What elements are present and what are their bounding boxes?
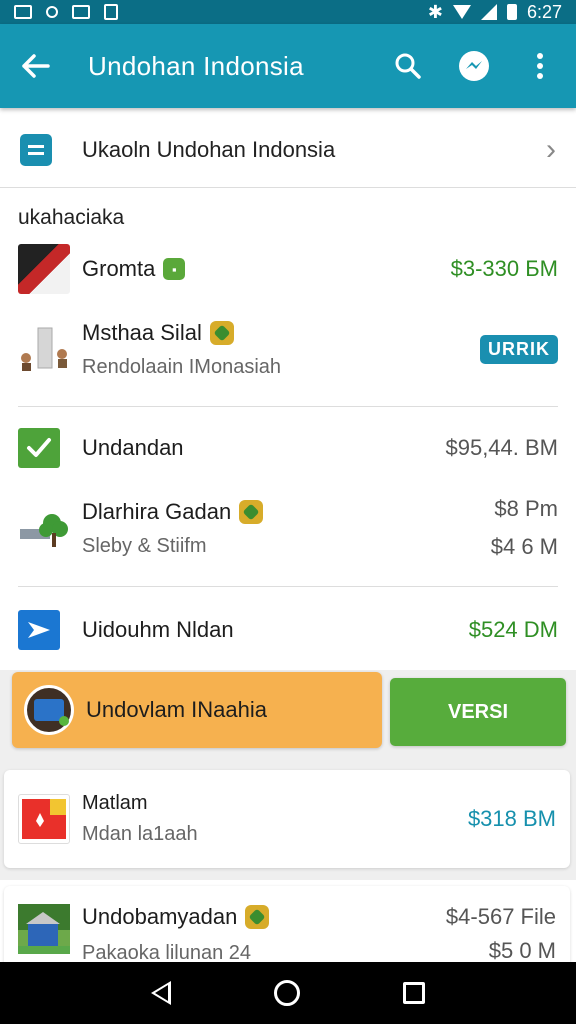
item-amount: $3-330 БМ [451,256,558,282]
item-name: Msthaa Silal [82,319,202,345]
item-amount: $8 Pm $4 6 M [491,496,558,560]
item-name: Undobamyadan [82,904,238,929]
status-badge[interactable]: URRIK [480,334,558,364]
list-icon [20,133,52,166]
divider [18,586,558,587]
list-item[interactable]: Uidouhm Nldan $524 DM [0,606,576,654]
verified-badge-icon [209,320,234,345]
overflow-menu-icon[interactable] [522,48,558,84]
item-name: Undandan [82,435,184,460]
item-thumbnail [18,503,70,553]
page-title: Undohan Indonsia [88,50,304,81]
featured-link-label: Ukaoln Undohan Indonsia [82,136,336,162]
promo-label: Undovlam INaahia [86,697,267,722]
nav-recent-apps-icon[interactable] [402,982,425,1004]
item-text: Gromta ▪ [82,256,186,282]
nav-home-icon[interactable] [273,980,300,1006]
versi-button[interactable]: VERSI [390,678,566,746]
verified-badge-icon [239,499,264,524]
item-text: Dlarhira Gadan Sleby & Stiifm [82,498,264,558]
item-text: Msthaa Silal Rendolaain IMonasiah [82,320,281,379]
list-item[interactable]: Undandan $95,44. BM [0,424,576,472]
chevron-right-icon: › [546,132,556,166]
item-name: Matlam [82,792,148,814]
item-amount: $524 DM [469,617,558,643]
promo-banner[interactable]: Undovlam INaahia [12,672,382,748]
clock: 6:27 [526,1,562,22]
gallery-notification-icon [14,5,32,19]
item-amount: $95,44. BM [445,435,558,461]
list-item[interactable]: Gromta ▪ $3-330 БМ [0,242,576,296]
item-subtitle: Rendolaain IMonasiah [82,355,282,378]
list-item[interactable]: Dlarhira Gadan Sleby & Stiifm $8 Pm $4 6… [0,492,576,564]
item-name-line: Dlarhira Gadan [82,498,264,525]
item-amount: $4-567 File $5 0 M [446,904,556,964]
item-name-line: Undobamyadan [82,904,270,930]
item-name: Uidouhm Nldan [82,617,234,642]
list-item[interactable]: Msthaa Silal Rendolaain IMonasiah URRIK [0,314,576,384]
amount-value-secondary: $5 0 M [488,938,556,963]
bluetooth-icon: ✱ [427,1,443,22]
nav-back-icon[interactable] [151,981,172,1005]
amount-value: $524 DM [468,617,558,642]
featured-link[interactable]: Ukaoln Undohan Indonsia › [0,112,576,188]
item-thumbnail [18,794,70,844]
amount-value: $8 Pm [494,496,558,521]
item-text: Undandan [82,435,184,461]
item-name-line: Msthaa Silal [82,320,281,346]
item-name: Gromta [82,256,156,281]
signal-icon [480,4,497,20]
amount-value-secondary: $4 6 M [490,534,558,559]
app-bar: Undohan Indonsia [0,24,576,108]
item-name: Dlarhira Gadan [82,498,232,524]
back-arrow-icon[interactable] [18,48,54,84]
item-thumbnail [18,904,70,954]
notification-icons [14,4,118,20]
checkmark-icon [18,428,60,468]
promo-logo-icon [24,685,74,735]
item-thumbnail [18,244,70,294]
item-name-line: Gromta ▪ [82,256,186,282]
status-bar: ✱ 6:27 [0,0,576,24]
amount-value: $95,44. BM [445,435,558,460]
messenger-icon[interactable] [456,48,492,84]
divider [18,406,558,407]
item-text: Undobamyadan Pakaoka lilunan 24 [82,904,270,965]
wifi-icon [452,5,471,19]
item-text: Uidouhm Nldan [82,617,234,643]
section-title: ukahaciaka [18,206,125,229]
item-thumbnail [18,324,70,374]
item-text: Matlam Mdan la1aah [82,792,198,846]
amount-value: $4-567 File [445,904,556,929]
image-notification-icon [72,5,90,19]
item-subtitle: Mdan la1aah [82,823,198,845]
send-icon [18,610,60,650]
item-amount: $318 BM [468,806,556,832]
download-notification-icon [104,4,118,20]
search-icon[interactable] [390,48,426,84]
shopping-bag-icon: ▪ [163,258,186,280]
voicemail-notification-icon [46,6,58,18]
system-navigation-bar [0,962,576,1024]
app-bar-actions [390,48,558,84]
amount-value: $318 BM [467,806,556,831]
battery-icon [506,4,517,20]
item-subtitle: Sleby & Stiifm [82,534,207,557]
amount-value: $3-330 БМ [450,256,558,281]
verified-badge-icon [245,905,270,929]
list-item-card[interactable]: Matlam Mdan la1aah $318 BM [4,770,570,868]
system-icons: ✱ 6:27 [428,2,562,23]
